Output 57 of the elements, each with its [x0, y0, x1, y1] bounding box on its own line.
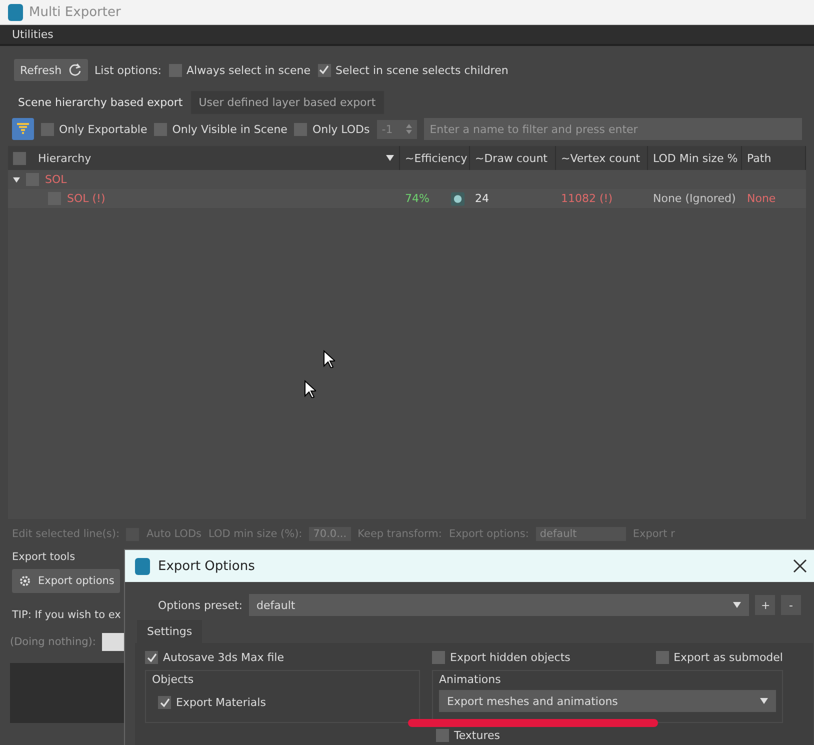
search-field[interactable]: Enter a name to filter and press enter — [424, 118, 802, 140]
checkbox-label: Always select in scene — [186, 64, 311, 76]
checkbox[interactable] — [145, 651, 158, 664]
table-cell: 74% — [405, 192, 430, 205]
close-button[interactable] — [793, 559, 807, 573]
app-icon — [135, 558, 150, 574]
sort-arrow-icon[interactable] — [386, 155, 394, 161]
table-cell: None (Ignored) — [653, 192, 736, 205]
checkbox[interactable] — [158, 696, 171, 709]
gear-icon — [18, 574, 32, 588]
checkbox[interactable] — [41, 122, 54, 136]
preset-button[interactable]: + — [755, 595, 775, 615]
checkbox-label: Export as submodel — [674, 651, 783, 664]
preset-label: Options preset: — [158, 598, 242, 612]
tab[interactable]: Settings — [137, 620, 202, 643]
window-title: Multi Exporter — [29, 4, 121, 20]
checkbox-label: Autosave 3ds Max file — [163, 651, 284, 664]
checkbox[interactable] — [168, 64, 182, 76]
checkbox[interactable] — [154, 122, 168, 136]
animations-dropdown[interactable]: Export meshes and animations — [439, 690, 776, 712]
refresh-icon — [68, 63, 82, 77]
checkbox-label: Only Visible in Scene — [172, 122, 288, 136]
cursor-icon — [304, 380, 316, 398]
tip-text: TIP: If you wish to ex — [12, 609, 122, 621]
app-icon — [8, 4, 23, 20]
filter-icon[interactable] — [12, 118, 34, 140]
checkbox-label: Export hidden objects — [450, 651, 570, 664]
group-title: Objects — [152, 673, 195, 686]
expand-arrow-icon[interactable] — [13, 176, 20, 182]
checkbox[interactable] — [656, 651, 669, 664]
list-options-label: List options: — [94, 64, 162, 76]
checkbox-label: Only Exportable — [59, 122, 148, 136]
checkbox[interactable] — [318, 64, 331, 76]
preset-dropdown[interactable]: default — [248, 594, 749, 616]
table-cell: None — [747, 192, 776, 205]
checkbox[interactable] — [432, 651, 445, 664]
refresh-button[interactable]: Refresh — [14, 59, 88, 81]
sphere-icon — [451, 192, 465, 206]
section-heading: Export tools — [12, 551, 76, 563]
dropdown-arrow-icon[interactable] — [733, 602, 741, 608]
checkbox-label: Only LODs — [312, 122, 370, 136]
menu-item[interactable]: Utilities — [6, 28, 60, 41]
cursor-icon — [323, 350, 335, 368]
checkbox[interactable] — [436, 729, 449, 742]
group-title: Animations — [439, 673, 502, 686]
table-cell: 11082 (!) — [561, 192, 612, 205]
table-cell: 24 — [475, 192, 489, 205]
checkbox-label: Textures — [454, 729, 500, 742]
checkbox-label: Export Materials — [176, 696, 266, 709]
status-label: (Doing nothing): — [10, 636, 96, 648]
preset-button[interactable]: - — [781, 595, 801, 615]
dialog-title: Export Options — [158, 558, 255, 574]
dropdown-arrow-icon[interactable] — [760, 698, 768, 704]
checkbox-label: Select in scene selects children — [336, 64, 508, 76]
tab[interactable]: User defined layer based export — [190, 91, 384, 114]
export-options-button[interactable]: Export options — [12, 569, 120, 593]
checkbox[interactable] — [294, 122, 308, 136]
